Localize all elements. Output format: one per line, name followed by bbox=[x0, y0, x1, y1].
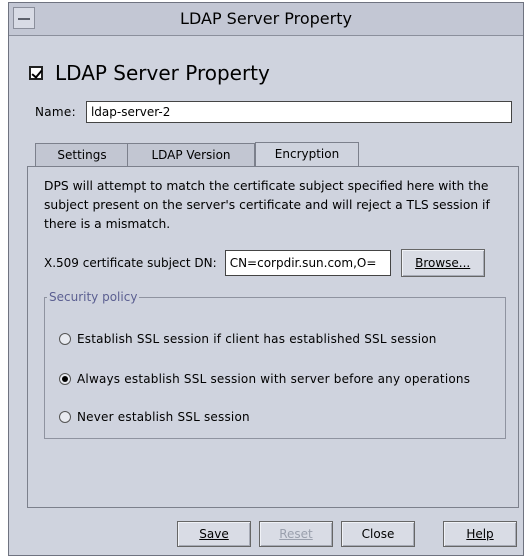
browse-button[interactable]: Browse... bbox=[400, 249, 485, 277]
security-policy-group: Security policy Establish SSL session if… bbox=[44, 290, 506, 439]
name-row: Name: bbox=[35, 101, 512, 123]
tab-encryption[interactable]: Encryption bbox=[255, 142, 359, 168]
save-label: Save bbox=[199, 527, 229, 541]
name-label: Name: bbox=[35, 105, 76, 119]
page-title: LDAP Server Property bbox=[55, 61, 270, 85]
cert-subject-input[interactable] bbox=[224, 250, 391, 276]
reset-button[interactable]: Reset bbox=[259, 521, 333, 547]
security-policy-legend: Security policy bbox=[47, 290, 140, 304]
dialog-window: LDAP Server Property LDAP Server Propert… bbox=[8, 2, 524, 556]
cert-row: X.509 certificate subject DN: Browse... bbox=[44, 249, 485, 277]
button-bar: Save Reset Close Help bbox=[9, 521, 523, 549]
help-label: Help bbox=[466, 527, 494, 541]
browse-label: Browse... bbox=[415, 256, 471, 270]
radio-option-always-ssl[interactable]: Always establish SSL session with server… bbox=[59, 372, 470, 386]
window-title: LDAP Server Property bbox=[180, 9, 352, 28]
tab-settings[interactable]: Settings bbox=[35, 143, 129, 167]
radio-button-always-ssl[interactable] bbox=[59, 373, 71, 385]
radio-button-client-ssl[interactable] bbox=[59, 333, 71, 345]
radio-button-never-ssl[interactable] bbox=[59, 411, 71, 423]
tab-ldap-version[interactable]: LDAP Version bbox=[127, 143, 255, 167]
close-button[interactable]: Close bbox=[341, 521, 415, 547]
name-input[interactable] bbox=[85, 101, 512, 123]
encryption-panel: DPS will attempt to match the certificat… bbox=[27, 166, 519, 508]
encryption-description: DPS will attempt to match the certificat… bbox=[44, 179, 490, 231]
cert-label: X.509 certificate subject DN: bbox=[44, 256, 217, 270]
radio-option-client-ssl[interactable]: Establish SSL session if client has esta… bbox=[59, 332, 437, 346]
close-label: Close bbox=[361, 527, 395, 541]
save-button[interactable]: Save bbox=[177, 521, 251, 547]
header-row: LDAP Server Property bbox=[29, 61, 270, 85]
help-button[interactable]: Help bbox=[443, 521, 517, 547]
radio-label-never-ssl: Never establish SSL session bbox=[77, 410, 250, 424]
radio-option-never-ssl[interactable]: Never establish SSL session bbox=[59, 410, 250, 424]
enabled-checkbox[interactable] bbox=[29, 66, 43, 80]
radio-label-always-ssl: Always establish SSL session with server… bbox=[77, 372, 471, 386]
radio-label-client-ssl: Establish SSL session if client has esta… bbox=[77, 332, 437, 346]
reset-label: Reset bbox=[279, 527, 313, 541]
title-bar: LDAP Server Property bbox=[9, 3, 523, 36]
